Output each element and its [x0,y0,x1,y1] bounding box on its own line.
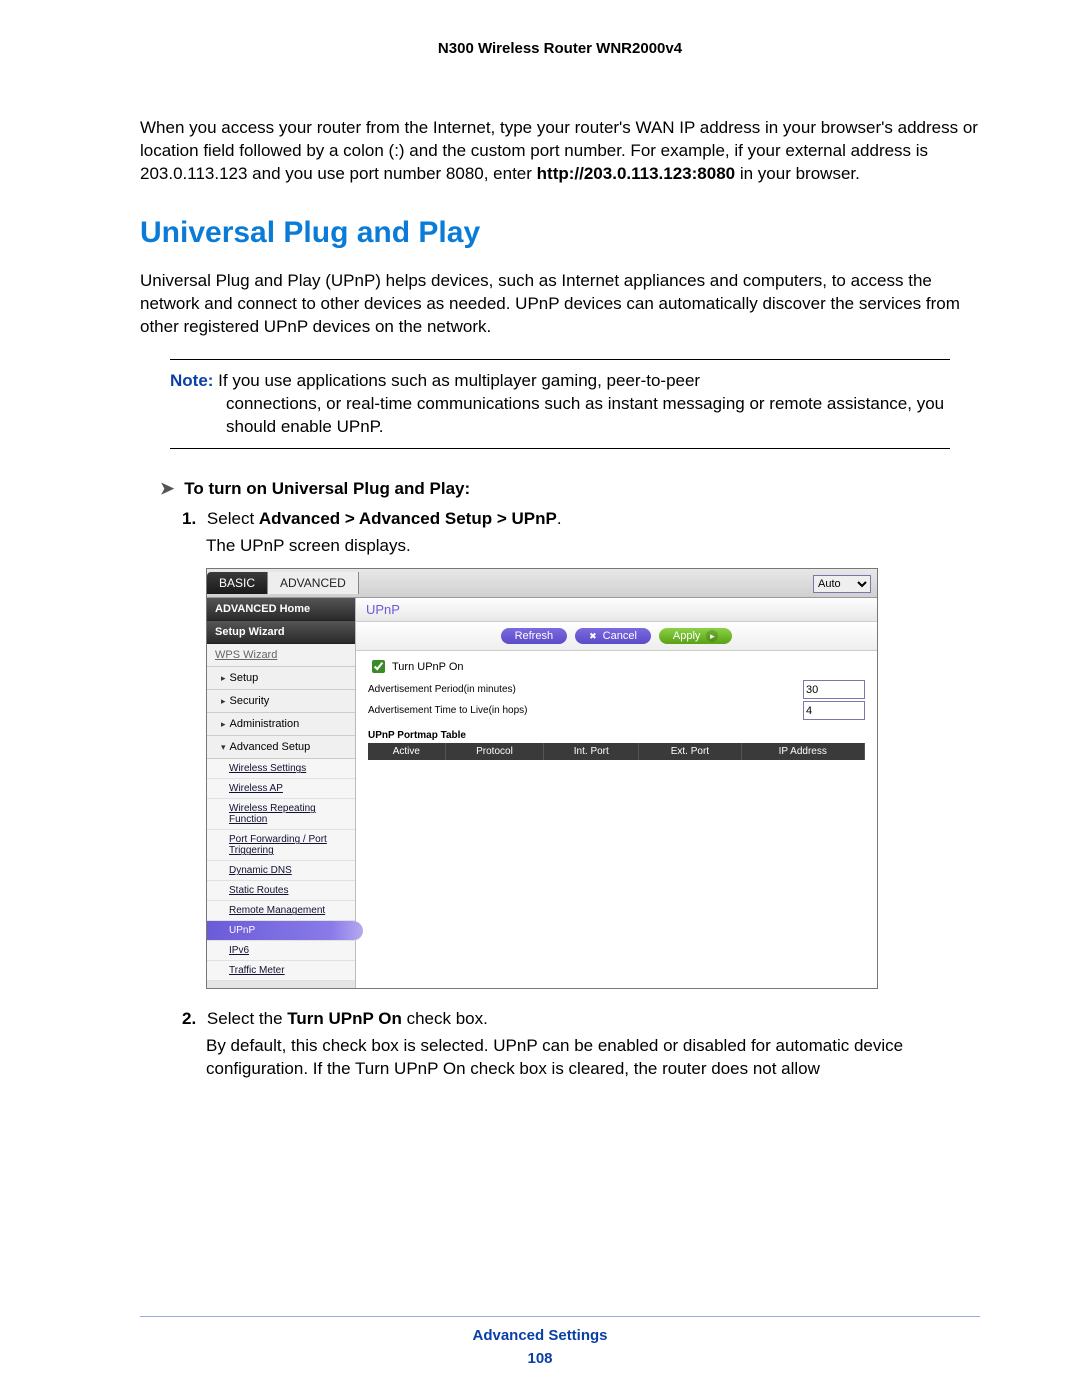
router-ui-screenshot: BASIC ADVANCED Auto ADVANCED Home Setup … [206,568,878,989]
intro-paragraph: When you access your router from the Int… [140,117,980,186]
sub-wireless-repeating[interactable]: Wireless Repeating Function [207,799,355,830]
footer: Advanced Settings 108 [0,1316,1080,1367]
portmap-table-title: UPnP Portmap Table [368,730,865,741]
tab-basic[interactable]: BASIC [207,572,268,594]
language-select-wrap: Auto [813,574,871,593]
note-line2: connections, or real-time communications… [170,393,950,439]
refresh-button[interactable]: Refresh [501,628,568,644]
sidebar-wps-wizard[interactable]: WPS Wizard [207,644,355,667]
sidebar-item-security[interactable]: Security [207,690,355,713]
doc-header: N300 Wireless Router WNR2000v4 [140,40,980,57]
sub-traffic-meter[interactable]: Traffic Meter [207,961,355,981]
turn-upnp-on-checkbox[interactable] [372,660,385,673]
step-1: 1. Select Advanced > Advanced Setup > UP… [182,509,980,529]
col-protocol: Protocol [445,743,544,760]
step-2-bold: Turn UPnP On [287,1009,402,1028]
sub-ipv6[interactable]: IPv6 [207,941,355,961]
step-2: 2. Select the Turn UPnP On check box. [182,1009,980,1029]
sidebar-item-administration[interactable]: Administration [207,713,355,736]
step-1-sub: The UPnP screen displays. [206,535,980,558]
adv-ttl-input[interactable] [803,701,865,720]
sidebar-item-setup[interactable]: Setup [207,667,355,690]
language-select[interactable]: Auto [813,575,871,593]
content-title: UPnP [356,598,877,622]
sub-static-routes[interactable]: Static Routes [207,881,355,901]
step-1-number: 1. [182,509,196,528]
cancel-button[interactable]: Cancel [575,628,651,644]
tab-advanced[interactable]: ADVANCED [268,572,359,594]
col-ext-port: Ext. Port [639,743,741,760]
col-ip-address: IP Address [741,743,864,760]
footer-section: Advanced Settings [0,1327,1080,1344]
sub-dynamic-dns[interactable]: Dynamic DNS [207,861,355,881]
footer-page-number: 108 [0,1350,1080,1367]
sub-remote-management[interactable]: Remote Management [207,901,355,921]
footer-rule [140,1316,980,1317]
apply-button[interactable]: Apply [659,628,733,644]
adv-period-label: Advertisement Period(in minutes) [368,684,803,695]
sidebar-advanced-home[interactable]: ADVANCED Home [207,598,355,621]
note-box: Note: If you use applications such as mu… [170,359,950,450]
step-2-text-c: check box. [402,1009,488,1028]
adv-ttl-label: Advertisement Time to Live(in hops) [368,705,803,716]
button-row: Refresh Cancel Apply [356,622,877,651]
step-1-text-c: . [557,509,562,528]
sidebar-item-advanced-setup[interactable]: Advanced Setup [207,736,355,759]
col-int-port: Int. Port [544,743,639,760]
note-label: Note: [170,371,213,390]
step-1-path: Advanced > Advanced Setup > UPnP [259,509,557,528]
intro-url-bold: http://203.0.113.123:8080 [537,164,735,183]
note-line1: If you use applications such as multipla… [213,371,700,390]
adv-period-input[interactable] [803,680,865,699]
turn-upnp-on-label: Turn UPnP On [392,661,464,673]
task-heading: To turn on Universal Plug and Play: [160,479,980,499]
tab-row: BASIC ADVANCED Auto [207,569,877,598]
step-2-sub: By default, this check box is selected. … [206,1035,980,1081]
section-heading-upnp: Universal Plug and Play [140,216,980,250]
step-2-text-a: Select the [207,1009,287,1028]
col-active: Active [368,743,445,760]
portmap-table: Active Protocol Int. Port Ext. Port IP A… [368,743,865,766]
sidebar: ADVANCED Home Setup Wizard WPS Wizard Se… [207,598,356,988]
sidebar-setup-wizard[interactable]: Setup Wizard [207,621,355,644]
sub-port-forwarding[interactable]: Port Forwarding / Port Triggering [207,830,355,861]
intro-text-2: in your browser. [735,164,860,183]
sub-upnp[interactable]: UPnP [207,921,363,941]
form-area: Turn UPnP On Advertisement Period(in min… [356,651,877,772]
upnp-intro-paragraph: Universal Plug and Play (UPnP) helps dev… [140,270,980,339]
step-2-number: 2. [182,1009,196,1028]
step-1-text-a: Select [207,509,259,528]
sub-wireless-settings[interactable]: Wireless Settings [207,759,355,779]
content-pane: UPnP Refresh Cancel Apply Turn UPnP On A… [356,598,877,988]
sub-wireless-ap[interactable]: Wireless AP [207,779,355,799]
